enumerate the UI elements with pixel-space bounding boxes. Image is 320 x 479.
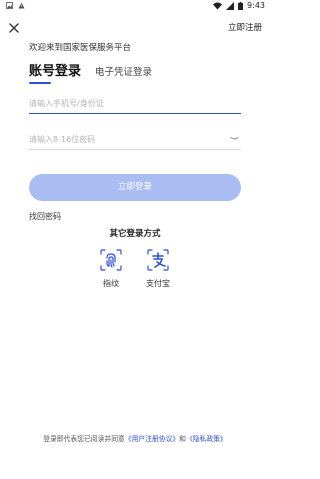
privacy-policy-link[interactable]: 《隐私政策》 xyxy=(186,435,227,443)
fingerprint-icon xyxy=(100,249,122,271)
active-tab-indicator xyxy=(29,82,51,84)
alipay-login-button[interactable]: 支付宝 xyxy=(143,248,173,289)
agreement-prefix: 登录即代表您已阅读并同意 xyxy=(43,435,125,443)
agreement-conjunction: 和 xyxy=(179,435,186,443)
user-agreement-link[interactable]: 《用户注册协议》 xyxy=(125,435,179,443)
fingerprint-login-button[interactable]: 指纹 xyxy=(96,248,126,289)
warning-icon xyxy=(18,2,25,9)
status-bar: 9:43 xyxy=(0,0,270,14)
account-field xyxy=(29,94,241,114)
close-button[interactable] xyxy=(7,20,21,34)
register-link[interactable]: 立即注册 xyxy=(228,21,262,33)
gallery-icon xyxy=(6,2,13,9)
login-tabs: 账号登录 电子凭证登录 xyxy=(29,60,152,84)
agreement-text: 登录即代表您已阅读并同意《用户注册协议》和《隐私政策》 xyxy=(0,433,270,443)
password-field xyxy=(29,130,241,150)
wifi-icon xyxy=(213,2,223,9)
account-input[interactable] xyxy=(29,99,219,108)
welcome-text: 欢迎来到国家医保服务平台 xyxy=(29,43,132,53)
status-time: 9:43 xyxy=(247,1,265,10)
forgot-password-link[interactable]: 找回密码 xyxy=(29,211,61,222)
battery-icon xyxy=(238,1,244,10)
tab-account-login[interactable]: 账号登录 xyxy=(29,60,81,84)
alipay-icon xyxy=(147,249,169,271)
fingerprint-label: 指纹 xyxy=(103,279,119,288)
login-button[interactable]: 立即登录 xyxy=(29,174,241,201)
status-left-icons xyxy=(6,2,25,9)
other-login-title: 其它登录方式 xyxy=(109,229,161,239)
eye-closed-icon[interactable] xyxy=(230,136,239,142)
signal-icon xyxy=(226,1,235,10)
password-input[interactable] xyxy=(29,135,219,144)
tab-e-certificate-login[interactable]: 电子凭证登录 xyxy=(95,64,152,84)
status-right: 9:43 xyxy=(213,1,265,10)
tab-account-login-label: 账号登录 xyxy=(29,64,82,79)
close-icon xyxy=(9,23,19,33)
alipay-label: 支付宝 xyxy=(146,279,170,288)
